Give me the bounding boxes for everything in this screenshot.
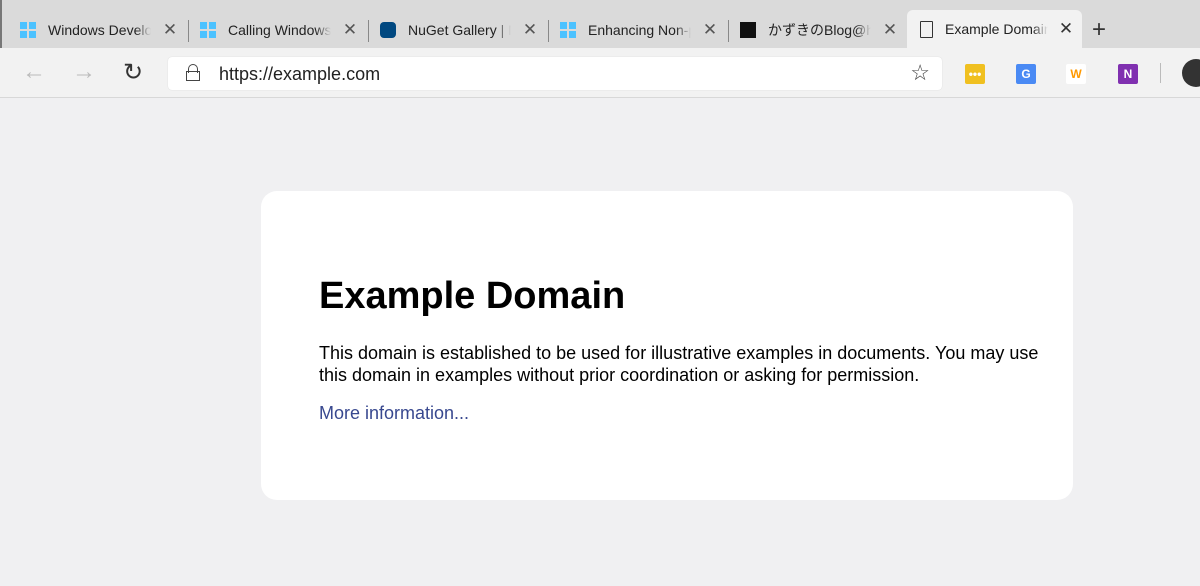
windows-icon [560, 22, 576, 38]
close-tab-icon[interactable]: ✕ [520, 20, 540, 40]
lock-icon [186, 64, 200, 81]
close-tab-icon[interactable]: ✕ [160, 20, 180, 40]
tab-windows-developer[interactable]: Windows Develo ✕ [20, 12, 180, 48]
refresh-button[interactable]: ↻ [123, 58, 143, 87]
profile-avatar[interactable] [1182, 59, 1200, 87]
tab-kazuki-blog[interactable]: かずきのBlog@hat✕ [740, 12, 900, 48]
ellipsis-extension-icon[interactable]: ••• [965, 64, 985, 84]
favorite-star-icon[interactable]: ☆ [910, 60, 930, 86]
page-icon [920, 20, 933, 38]
windows-icon [200, 22, 216, 38]
tab-nuget-gallery[interactable]: NuGet Gallery | N ✕ [380, 12, 540, 48]
tab-enhancing[interactable]: Enhancing Non-p ✕ [560, 12, 720, 48]
blog-avatar-icon [740, 22, 756, 38]
google-translate-icon[interactable]: G [1016, 64, 1036, 84]
forward-button[interactable]: → [72, 58, 96, 86]
address-bar[interactable]: https://example.com ☆ [168, 57, 942, 90]
nuget-icon [380, 22, 396, 38]
close-tab-icon[interactable]: ✕ [1056, 19, 1076, 39]
back-button[interactable]: ← [22, 58, 46, 86]
toolbar: ← → ↻ https://example.com ☆ ••• G W N [0, 48, 1200, 98]
content-card: Example Domain This domain is establishe… [261, 191, 1073, 500]
tab-strip: Windows Develo ✕ Calling Windows ✕ NuGet G… [0, 0, 1200, 48]
close-tab-icon[interactable]: ✕ [880, 20, 900, 40]
new-tab-button[interactable]: + [1092, 12, 1106, 48]
w-extension-icon[interactable]: W [1066, 64, 1086, 84]
tab-example-domain[interactable]: Example Domain ✕ [907, 10, 1082, 48]
more-information-link[interactable]: More information... [319, 403, 469, 424]
tab-calling-windows[interactable]: Calling Windows ✕ [200, 12, 360, 48]
windows-icon [20, 22, 36, 38]
url-text: https://example.com [219, 64, 381, 84]
close-tab-icon[interactable]: ✕ [700, 20, 720, 40]
onenote-icon[interactable]: N [1118, 64, 1138, 84]
page-title: Example Domain [319, 275, 626, 317]
close-tab-icon[interactable]: ✕ [340, 20, 360, 40]
page-description: This domain is established to be used fo… [319, 343, 1039, 385]
